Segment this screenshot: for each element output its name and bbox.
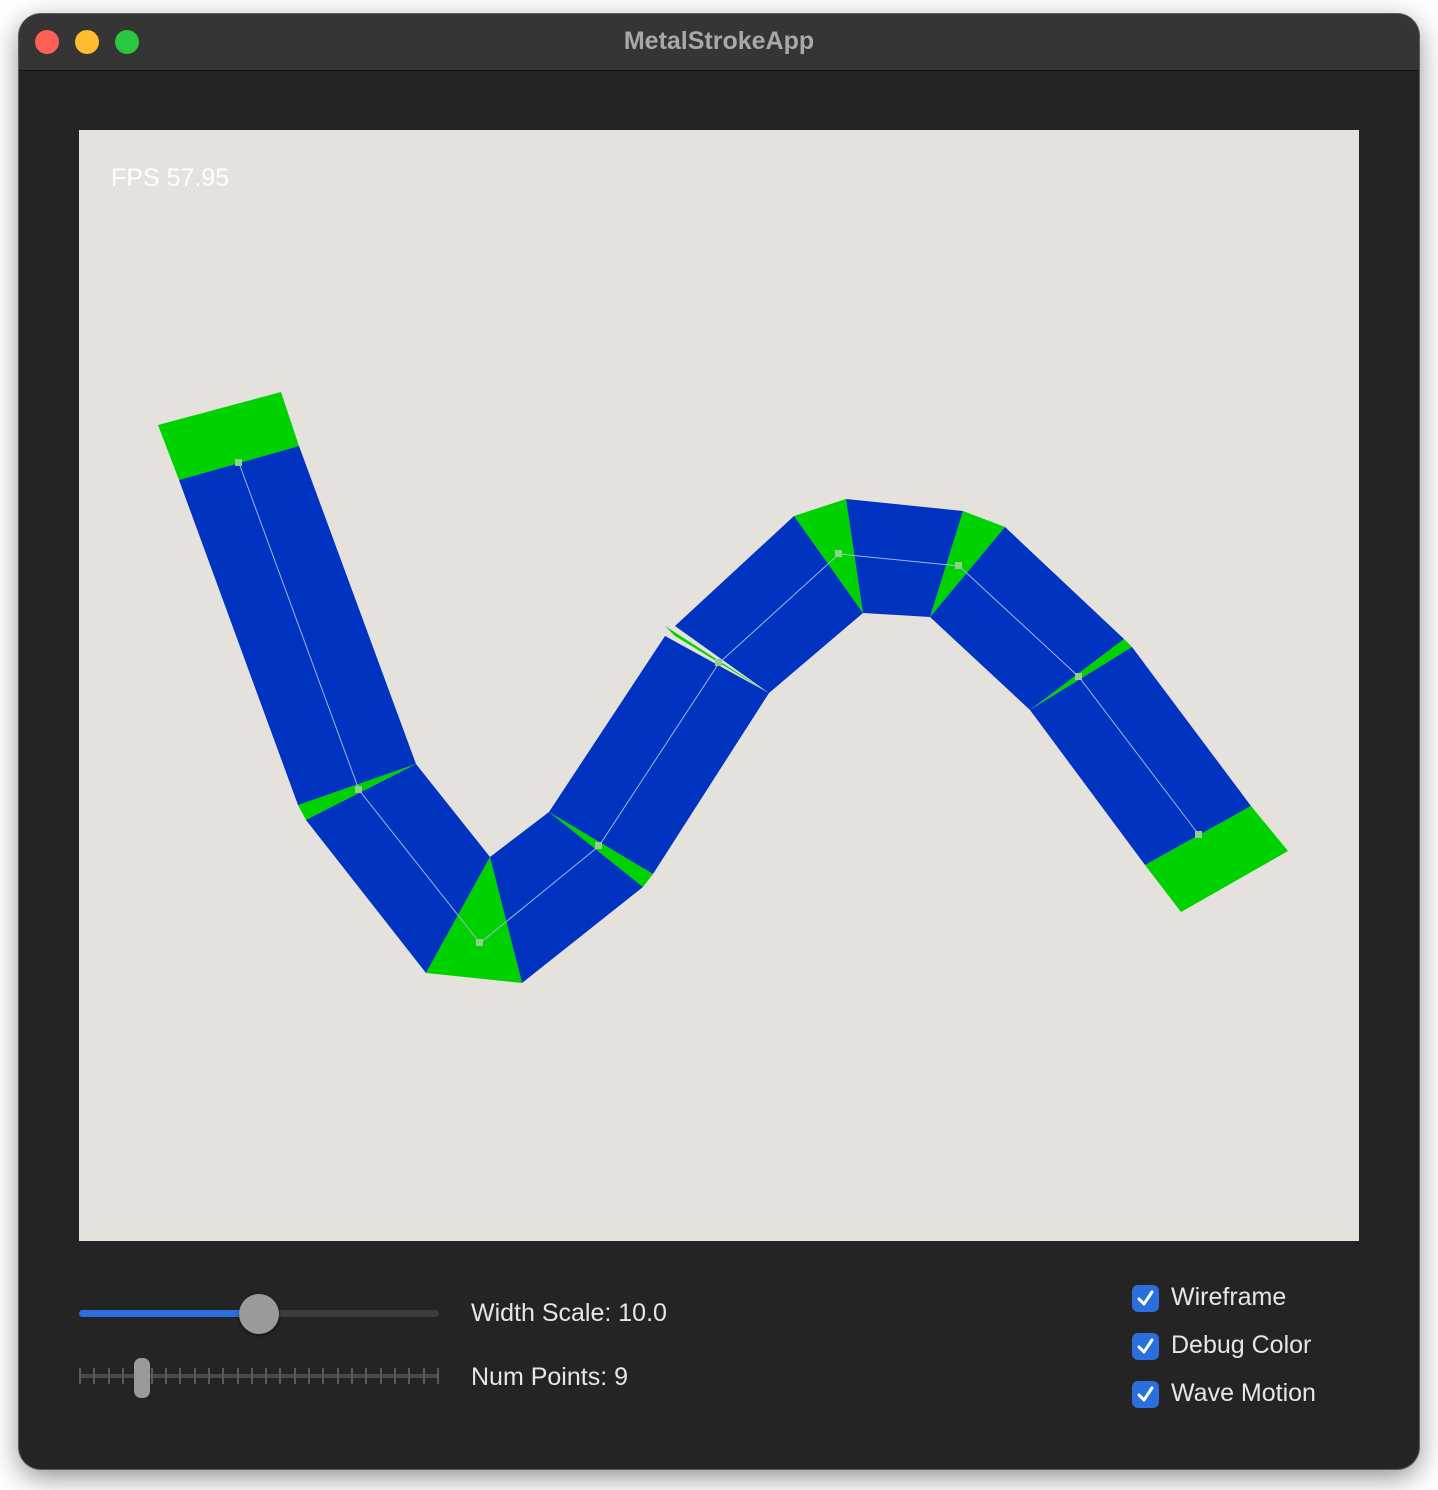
slider-tick [394, 1368, 397, 1384]
slider-tick [322, 1368, 325, 1384]
slider-tick [207, 1368, 210, 1384]
checkmark-icon [1137, 1290, 1154, 1306]
checkmark-icon [1137, 1338, 1154, 1354]
num-points-slider-track [79, 1374, 439, 1378]
slider-tick [379, 1368, 382, 1384]
debug-color-checkbox[interactable] [1132, 1333, 1159, 1360]
width-scale-slider-fill [79, 1310, 259, 1317]
slider-tick [150, 1368, 153, 1384]
control-point[interactable] [835, 550, 842, 557]
slider-tick [222, 1368, 225, 1384]
checkmark-icon [1137, 1386, 1154, 1402]
slider-tick [250, 1368, 253, 1384]
slider-tick [365, 1368, 368, 1384]
control-point[interactable] [1075, 673, 1082, 680]
num-points-label: Num Points: 9 [471, 1363, 629, 1391]
width-scale-slider-knob[interactable] [239, 1294, 279, 1334]
slider-tick [351, 1368, 354, 1384]
slider-tick [308, 1368, 311, 1384]
wireframe-checkbox[interactable] [1132, 1285, 1159, 1312]
window-title: MetalStrokeApp [623, 27, 815, 55]
slider-tick [265, 1368, 268, 1384]
slider-tick [79, 1368, 81, 1384]
slider-tick [236, 1368, 239, 1384]
control-point[interactable] [955, 562, 962, 569]
slider-tick [193, 1368, 196, 1384]
stroke-segments [179, 446, 1251, 983]
control-point[interactable] [595, 842, 602, 849]
width-scale-label: Width Scale: 10.0 [471, 1299, 667, 1327]
slider-tick [293, 1368, 296, 1384]
num-points-slider[interactable] [79, 1365, 439, 1387]
control-point[interactable] [1195, 831, 1202, 838]
wave-motion-checkbox[interactable] [1132, 1381, 1159, 1408]
debug-color-label: Debug Color [1171, 1331, 1312, 1359]
slider-tick [279, 1368, 282, 1384]
segment-1 [179, 446, 416, 805]
app-window: MetalStrokeApp FPS 57.95 Width Scale: 10… [19, 14, 1419, 1469]
slider-tick [179, 1368, 182, 1384]
fps-counter: FPS 57.95 [111, 164, 230, 192]
control-point[interactable] [476, 939, 483, 946]
control-point[interactable] [715, 659, 722, 666]
control-point[interactable] [235, 459, 242, 466]
slider-tick [121, 1368, 124, 1384]
slider-tick [107, 1368, 110, 1384]
slider-tick [93, 1368, 96, 1384]
slider-tick [408, 1368, 411, 1384]
wave-motion-label: Wave Motion [1171, 1379, 1316, 1407]
slider-tick [437, 1368, 439, 1384]
slider-tick [336, 1368, 339, 1384]
num-points-slider-knob[interactable] [134, 1358, 150, 1398]
stroke-render [158, 392, 1288, 983]
slider-tick [164, 1368, 167, 1384]
wireframe-label: Wireframe [1171, 1283, 1287, 1311]
slider-tick [422, 1368, 425, 1384]
control-point[interactable] [355, 786, 362, 793]
title-bar: MetalStrokeApp [19, 14, 1419, 71]
metal-canvas[interactable]: FPS 57.95 [79, 130, 1359, 1241]
